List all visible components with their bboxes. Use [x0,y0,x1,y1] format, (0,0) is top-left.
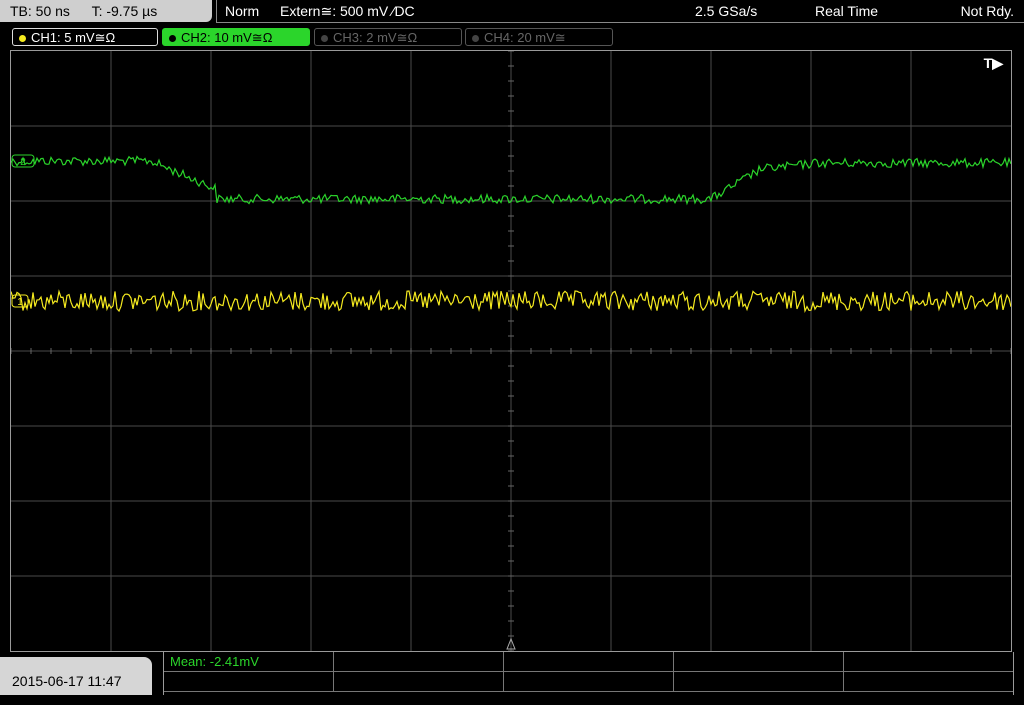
channel-2-tab[interactable]: CH2: 10 mV≅Ω [162,28,310,46]
acquisition-status-strip: Norm Extern≅: 500 mV ⁄DC 2.5 GSa/s Real … [216,0,1024,23]
channel-1-dot-icon [19,35,26,43]
measurement-panel: Mean: -2.41mV [163,652,1014,695]
channel-4-tab[interactable]: CH4: 20 mV≅ [465,28,613,46]
measurement-slot-7[interactable] [334,672,504,692]
channel-2-dot-icon [169,35,176,43]
channel-1-marker-label: 1 [17,297,23,308]
waveform-canvas: 2 1 [11,51,1011,651]
measurement-slot-8[interactable] [504,672,674,692]
measurement-slot-4[interactable] [674,652,844,672]
trigger-status: Not Rdy. [960,3,1014,19]
trigger-mode[interactable]: Norm [225,0,259,22]
measurement-slot-2[interactable] [334,652,504,672]
channel-4-label: CH4: 20 mV≅ [484,30,566,45]
channel-3-dot-icon [321,35,328,43]
channel-1-label: CH1: 5 mV≅Ω [31,30,116,45]
channel-2-label: CH2: 10 mV≅Ω [181,30,273,45]
measurement-slot-6[interactable] [164,672,334,692]
channel-2-marker-icon[interactable]: 2 [11,154,35,168]
measurement-slot-5[interactable] [844,652,1013,672]
channel-3-tab[interactable]: CH3: 2 mV≅Ω [314,28,462,46]
trigger-marker-icon[interactable]: T▶ [984,55,1003,72]
channel-2-marker-label: 2 [20,157,26,168]
channel-3-label: CH3: 2 mV≅Ω [333,30,418,45]
acquisition-mode[interactable]: Real Time [815,0,878,22]
measurement-slot-3[interactable] [504,652,674,672]
timebase-value: TB: 50 ns [10,3,70,19]
measurement-slot-9[interactable] [674,672,844,692]
channel-bar: CH1: 5 mV≅Ω CH2: 10 mV≅Ω CH3: 2 mV≅Ω CH4… [0,26,1024,48]
measurement-slot-10[interactable] [844,672,1013,692]
timebase-panel[interactable]: TB: 50 ns T: -9.75 µs [0,0,212,22]
trigger-source[interactable]: Extern≅: 500 mV ⁄DC [280,0,415,22]
measurement-mean[interactable]: Mean: -2.41mV [164,652,334,672]
channel-1-tab[interactable]: CH1: 5 mV≅Ω [12,28,158,46]
top-status-bar: TB: 50 ns T: -9.75 µs Norm Extern≅: 500 … [0,0,1024,24]
trigger-time-value: T: -9.75 µs [91,3,158,19]
sample-rate: 2.5 GSa/s [695,3,758,19]
datetime-display: 2015-06-17 11:47 [0,657,152,695]
channel-4-dot-icon [472,35,479,43]
waveform-display[interactable]: 2 1 T▶ [10,50,1012,652]
